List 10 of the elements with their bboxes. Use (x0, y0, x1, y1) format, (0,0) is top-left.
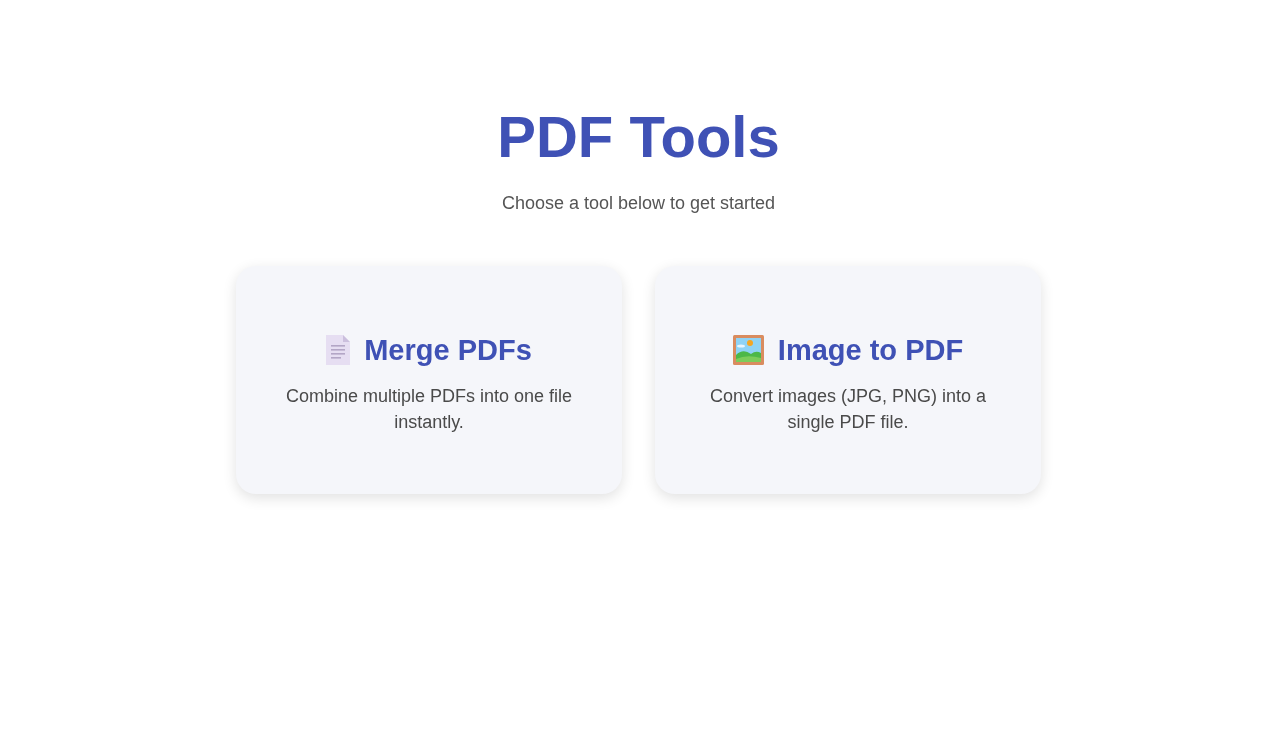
tool-description: Convert images (JPG, PNG) into a single PDF file. (708, 384, 988, 434)
tool-title: Merge PDFs (364, 332, 532, 368)
tool-description: Combine multiple PDFs into one file instantly. (284, 384, 574, 434)
page-title: PDF Tools (497, 103, 780, 171)
framed-picture-icon (732, 334, 764, 365)
tool-card[interactable]: Image to PDF Convert images (JPG, PNG) into a single PDF file. (655, 266, 1041, 494)
tool-card[interactable]: Merge PDFs Combine multiple PDFs into one file instantly. (236, 266, 622, 494)
tool-title: Image to PDF (777, 332, 964, 368)
document-icon (326, 334, 351, 365)
page-subtitle: Choose a tool below to get started (501, 192, 776, 215)
